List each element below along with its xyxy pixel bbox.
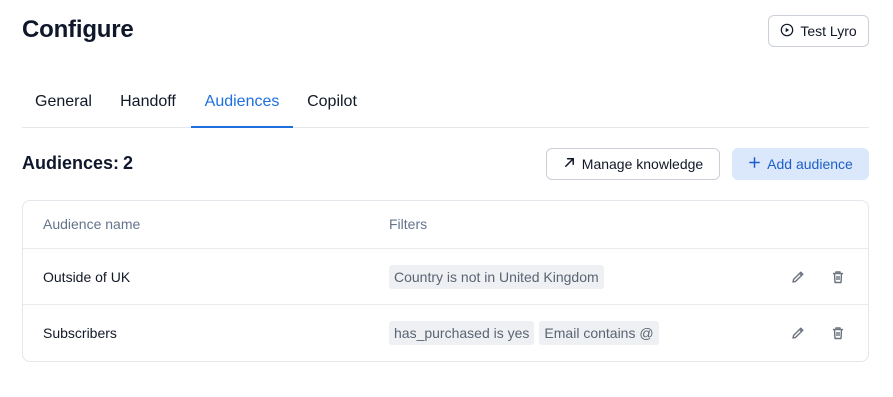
- add-audience-button[interactable]: Add audience: [732, 148, 869, 180]
- column-audience-name: Audience name: [43, 216, 141, 232]
- play-circle-icon: [780, 23, 794, 40]
- table-row: Outside of UK Country is not in United K…: [23, 249, 868, 305]
- audiences-count: 2: [123, 153, 134, 173]
- audiences-table: Audience name Filters Outside of UK Coun…: [22, 200, 869, 362]
- pencil-icon[interactable]: [789, 268, 807, 286]
- arrow-up-right-icon: [563, 156, 576, 172]
- test-lyro-label: Test Lyro: [800, 23, 857, 39]
- test-lyro-button[interactable]: Test Lyro: [768, 15, 869, 47]
- filter-chips: Country is not in United Kingdom: [389, 265, 604, 289]
- audience-name: Subscribers: [43, 325, 117, 341]
- audience-name: Outside of UK: [43, 269, 131, 285]
- audiences-count-heading: Audiences: 2: [22, 153, 133, 174]
- tab-copilot[interactable]: Copilot: [305, 80, 359, 127]
- manage-knowledge-label: Manage knowledge: [581, 156, 704, 172]
- filter-chip: Country is not in United Kingdom: [389, 265, 604, 289]
- trash-icon[interactable]: [829, 324, 847, 342]
- column-filters: Filters: [389, 216, 428, 232]
- tab-bar: General Handoff Audiences Copilot: [22, 80, 869, 128]
- add-audience-label: Add audience: [767, 156, 853, 172]
- tab-audiences[interactable]: Audiences: [191, 80, 293, 128]
- trash-icon[interactable]: [829, 268, 847, 286]
- manage-knowledge-button[interactable]: Manage knowledge: [546, 148, 720, 180]
- plus-icon: [748, 156, 761, 172]
- tab-general[interactable]: General: [34, 80, 93, 127]
- audiences-heading-label: Audiences:: [22, 153, 120, 173]
- pencil-icon[interactable]: [789, 324, 807, 342]
- table-header: Audience name Filters: [23, 201, 868, 249]
- page-title: Configure: [22, 16, 134, 43]
- tab-handoff[interactable]: Handoff: [117, 80, 179, 127]
- filter-chip: Email contains @: [539, 321, 659, 345]
- filter-chip: has_purchased is yes: [389, 321, 535, 345]
- table-row: Subscribers has_purchased is yes Email c…: [23, 305, 868, 361]
- filter-chips: has_purchased is yes Email contains @: [389, 321, 659, 345]
